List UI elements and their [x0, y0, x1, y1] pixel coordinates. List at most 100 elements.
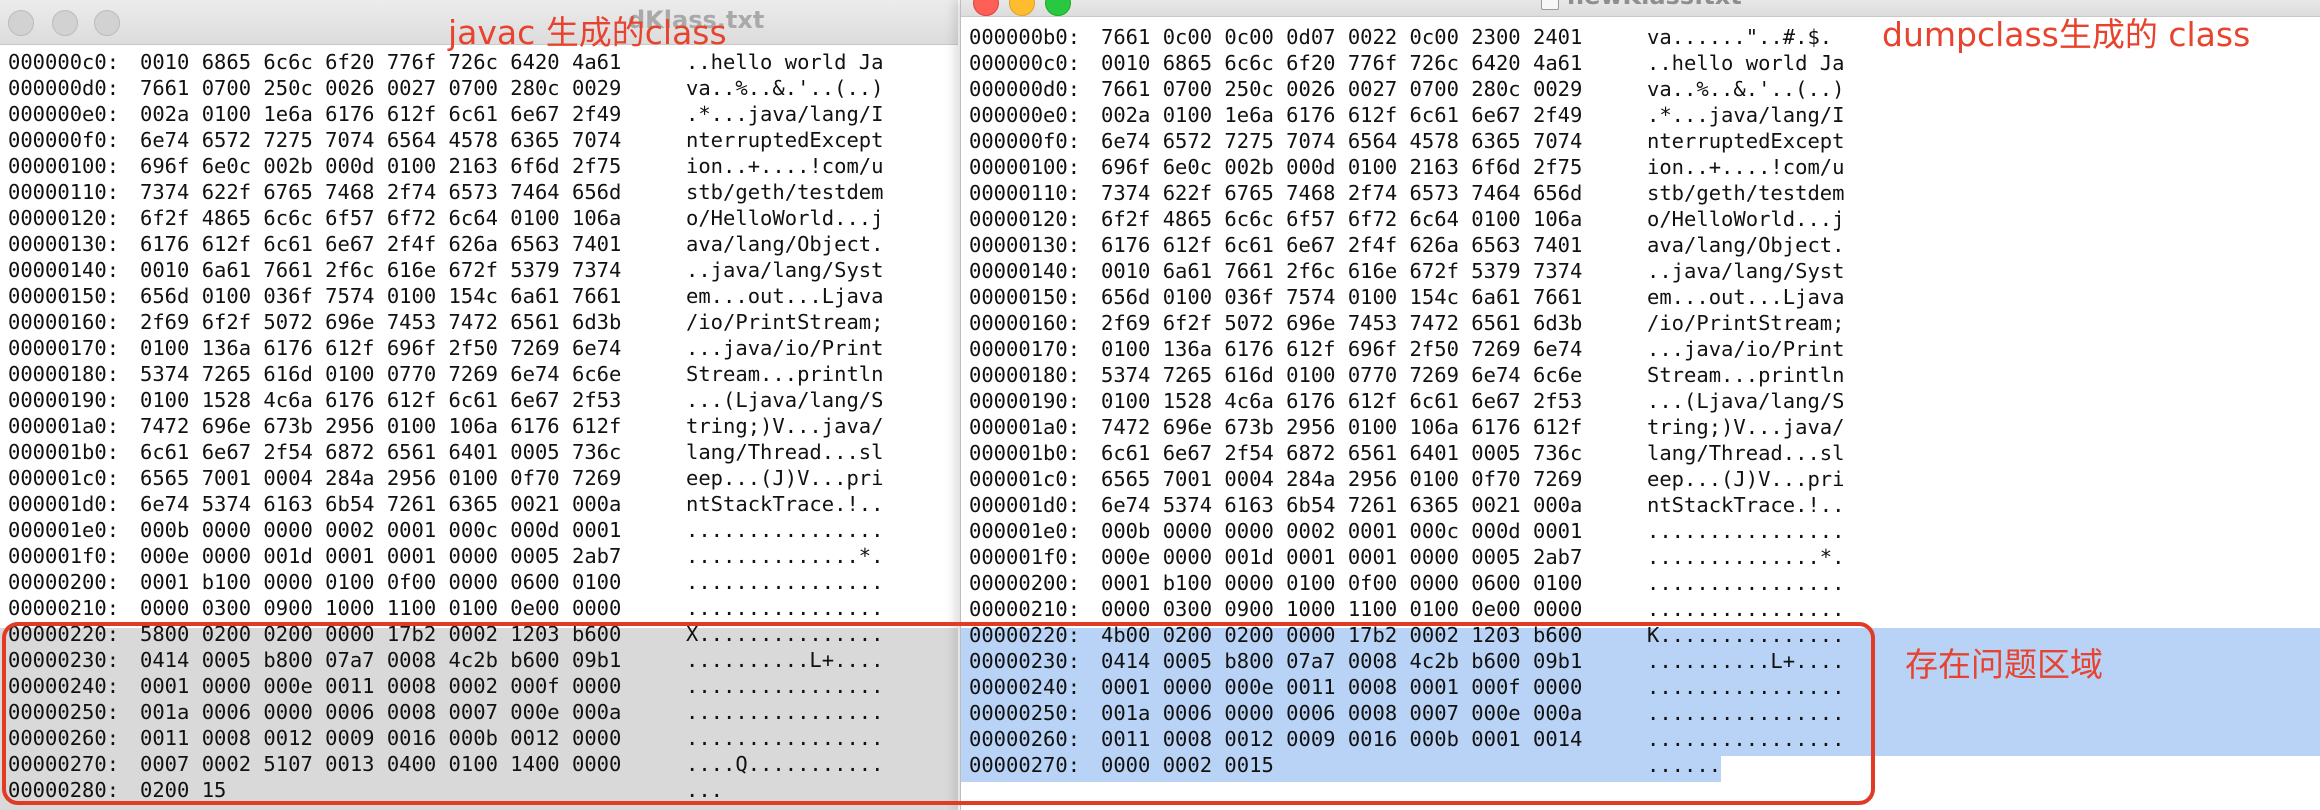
ascii-preview: .*...java/lang/I: [1647, 103, 1845, 127]
ascii-preview: va......"..#.$.: [1647, 25, 1833, 49]
ascii-preview: ..............*.: [686, 544, 884, 568]
hex-offset: 00000140:: [8, 258, 120, 282]
problem-region-label: 存在问题区域: [1905, 645, 2103, 684]
ascii-preview: va..%..&.'..(..): [686, 76, 884, 100]
ascii-preview: o/HelloWorld...j: [686, 206, 884, 230]
hex-offset: 000001c0:: [969, 467, 1081, 491]
hex-bytes: 6e74 5374 6163 6b54 7261 6365 0021 000a: [140, 492, 622, 516]
ascii-preview: .*...java/lang/I: [686, 102, 884, 126]
hex-bytes: 0000 0300 0900 1000 1100 0100 0e00 0000: [1101, 597, 1583, 621]
hex-bytes: 000b 0000 0000 0002 0001 000c 000d 0001: [1101, 519, 1583, 543]
hex-offset: 000001f0:: [8, 544, 120, 568]
ascii-preview: va..%..&.'..(..): [1647, 77, 1845, 101]
hex-bytes: 0010 6a61 7661 2f6c 616e 672f 5379 7374: [140, 258, 622, 282]
hex-bytes: 6f2f 4865 6c6c 6f57 6f72 6c64 0100 106a: [140, 206, 622, 230]
hex-row: 000001e0: 000b 0000 0000 0002 0001 000c 0…: [969, 518, 2309, 544]
ascii-preview: em...out...Ljava: [1647, 285, 1845, 309]
hex-bytes: 656d 0100 036f 7574 0100 154c 6a61 7661: [1101, 285, 1583, 309]
hex-bytes: 7661 0700 250c 0026 0027 0700 280c 0029: [140, 76, 622, 100]
hex-bytes: 6176 612f 6c61 6e67 2f4f 626a 6563 7401: [1101, 233, 1583, 257]
hex-row: 000001b0: 6c61 6e67 2f54 6872 6561 6401 0…: [8, 439, 953, 465]
hex-offset: 00000130:: [8, 232, 120, 256]
hex-offset: 00000110:: [969, 181, 1081, 205]
hex-bytes: 0010 6865 6c6c 6f20 776f 726c 6420 4a61: [1101, 51, 1583, 75]
ascii-preview: ................: [1647, 597, 1845, 621]
ascii-preview: ava/lang/Object.: [1647, 233, 1845, 257]
hex-bytes: 7472 696e 673b 2956 0100 106a 6176 612f: [140, 414, 622, 438]
ascii-preview: ...(Ljava/lang/S: [686, 388, 884, 412]
hex-row: 00000140: 0010 6a61 7661 2f6c 616e 672f 5…: [969, 258, 2309, 284]
ascii-preview: stb/geth/testdem: [686, 180, 884, 204]
hex-offset: 00000200:: [969, 571, 1081, 595]
hex-row: 00000130: 6176 612f 6c61 6e67 2f4f 626a 6…: [8, 231, 953, 257]
hex-bytes: 696f 6e0c 002b 000d 0100 2163 6f6d 2f75: [1101, 155, 1583, 179]
minimize-window-button[interactable]: [52, 10, 78, 36]
ascii-preview: ..hello world Ja: [1647, 51, 1845, 75]
hex-row: 00000150: 656d 0100 036f 7574 0100 154c 6…: [8, 283, 953, 309]
hex-bytes: 7661 0700 250c 0026 0027 0700 280c 0029: [1101, 77, 1583, 101]
hex-row: 00000100: 696f 6e0c 002b 000d 0100 2163 6…: [8, 153, 953, 179]
hex-row: 00000130: 6176 612f 6c61 6e67 2f4f 626a 6…: [969, 232, 2309, 258]
hex-bytes: 0000 0300 0900 1000 1100 0100 0e00 0000: [140, 596, 622, 620]
hex-offset: 000001b0:: [969, 441, 1081, 465]
right-window-title[interactable]: newKlass.txt: [1567, 0, 1742, 10]
hex-offset: 00000190:: [8, 388, 120, 412]
hex-bytes: 7472 696e 673b 2956 0100 106a 6176 612f: [1101, 415, 1583, 439]
ascii-preview: stb/geth/testdem: [1647, 181, 1845, 205]
dumpclass-annotation-label: dumpclass生成的 class: [1882, 15, 2251, 54]
hex-offset: 000001a0:: [969, 415, 1081, 439]
minimize-window-button[interactable]: [1009, 0, 1035, 16]
ascii-preview: ava/lang/Object.: [686, 232, 884, 256]
hex-bytes: 6e74 6572 7275 7074 6564 4578 6365 7074: [140, 128, 622, 152]
hex-bytes: 0100 1528 4c6a 6176 612f 6c61 6e67 2f53: [1101, 389, 1583, 413]
hex-row: 00000110: 7374 622f 6765 7468 2f74 6573 7…: [8, 179, 953, 205]
hex-bytes: 6c61 6e67 2f54 6872 6561 6401 0005 736c: [140, 440, 622, 464]
hex-offset: 000001d0:: [969, 493, 1081, 517]
hex-bytes: 6e74 5374 6163 6b54 7261 6365 0021 000a: [1101, 493, 1583, 517]
document-icon: [1541, 0, 1559, 10]
hex-offset: 00000200:: [8, 570, 120, 594]
hex-row: 00000100: 696f 6e0c 002b 000d 0100 2163 6…: [969, 154, 2309, 180]
ascii-preview: em...out...Ljava: [686, 284, 884, 308]
hex-offset: 00000150:: [8, 284, 120, 308]
close-window-button[interactable]: [973, 0, 999, 16]
hex-offset: 00000180:: [969, 363, 1081, 387]
hex-bytes: 6176 612f 6c61 6e67 2f4f 626a 6563 7401: [140, 232, 622, 256]
hex-offset: 000000c0:: [8, 50, 120, 74]
hex-row: 000001d0: 6e74 5374 6163 6b54 7261 6365 0…: [969, 492, 2309, 518]
ascii-preview: /io/PrintStream;: [1647, 311, 1845, 335]
hex-row: 00000150: 656d 0100 036f 7574 0100 154c 6…: [969, 284, 2309, 310]
hex-row: 00000200: 0001 b100 0000 0100 0f00 0000 0…: [8, 569, 953, 595]
hex-row: 000000f0: 6e74 6572 7275 7074 6564 4578 6…: [969, 128, 2309, 154]
hex-row: 000001e0: 000b 0000 0000 0002 0001 000c 0…: [8, 517, 953, 543]
hex-bytes: 6e74 6572 7275 7074 6564 4578 6365 7074: [1101, 129, 1583, 153]
hex-bytes: 0001 b100 0000 0100 0f00 0000 0600 0100: [140, 570, 622, 594]
ascii-preview: ................: [1647, 571, 1845, 595]
hex-row: 00000180: 5374 7265 616d 0100 0770 7269 6…: [8, 361, 953, 387]
close-window-button[interactable]: [8, 10, 34, 36]
hex-row: 00000200: 0001 b100 0000 0100 0f00 0000 0…: [969, 570, 2309, 596]
chevron-down-icon[interactable]: ⌄: [1751, 0, 1764, 3]
ascii-preview: tring;)V...java/: [686, 414, 884, 438]
hex-row: 00000140: 0010 6a61 7661 2f6c 616e 672f 5…: [8, 257, 953, 283]
hex-offset: 000000e0:: [969, 103, 1081, 127]
zoom-window-button[interactable]: [94, 10, 120, 36]
hex-row: 000001f0: 000e 0000 001d 0001 0001 0000 0…: [8, 543, 953, 569]
hex-row: 000000e0: 002a 0100 1e6a 6176 612f 6c61 6…: [8, 101, 953, 127]
hex-bytes: 2f69 6f2f 5072 696e 7453 7472 6561 6d3b: [140, 310, 622, 334]
hex-bytes: 7374 622f 6765 7468 2f74 6573 7464 656d: [140, 180, 622, 204]
ascii-preview: nterruptedExcept: [686, 128, 884, 152]
hex-offset: 000000c0:: [969, 51, 1081, 75]
ascii-preview: ................: [686, 570, 884, 594]
ascii-preview: ntStackTrace.!..: [1647, 493, 1845, 517]
hex-row: 00000210: 0000 0300 0900 1000 1100 0100 0…: [8, 595, 953, 621]
zoom-window-button[interactable]: [1045, 0, 1071, 16]
hex-offset: 00000110:: [8, 180, 120, 204]
hex-bytes: 0010 6a61 7661 2f6c 616e 672f 5379 7374: [1101, 259, 1583, 283]
ascii-preview: ................: [1647, 519, 1845, 543]
ascii-preview: tring;)V...java/: [1647, 415, 1845, 439]
hex-offset: 000001d0:: [8, 492, 120, 516]
ascii-preview: ................: [686, 596, 884, 620]
hex-offset: 000001a0:: [8, 414, 120, 438]
problem-region-box: [2, 622, 1875, 805]
